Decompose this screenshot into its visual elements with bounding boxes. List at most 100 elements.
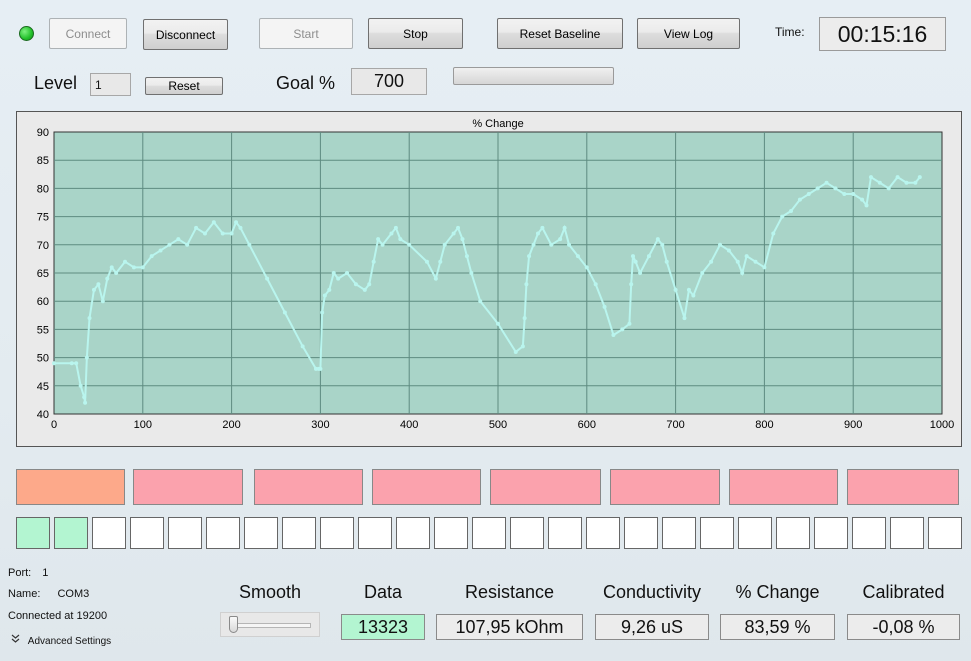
data-point: [229, 231, 234, 236]
chevron-double-down-icon: [11, 634, 21, 647]
y-tick-label: 55: [37, 324, 49, 336]
data-point: [433, 276, 438, 281]
data-point: [660, 242, 665, 247]
data-point: [718, 242, 722, 247]
data-point: [904, 180, 909, 185]
chart-title: % Change: [472, 118, 523, 130]
x-tick-label: 300: [311, 419, 329, 431]
stop-button[interactable]: Stop: [368, 18, 463, 49]
status-led: [19, 26, 34, 41]
phase-block: [490, 469, 601, 505]
data-point: [140, 265, 145, 270]
data-point: [247, 242, 252, 247]
data-point: [300, 344, 305, 349]
data-point: [469, 271, 474, 275]
port-label: Port:: [8, 567, 32, 579]
port-info: Port: 1: [8, 567, 48, 579]
data-point: [567, 242, 572, 247]
data-point: [535, 231, 540, 236]
connect-button[interactable]: Connect: [49, 18, 127, 49]
data-point: [211, 220, 216, 225]
percent-change-chart: % Change 0 100 200 300 400 500 600 700 800 900 1000…: [37, 118, 954, 431]
view-log-button[interactable]: View Log: [637, 18, 740, 49]
data-point: [686, 287, 691, 292]
level-cell: [624, 517, 658, 549]
data-point: [655, 237, 660, 242]
data-point: [114, 271, 119, 275]
data-point: [82, 395, 87, 400]
smooth-slider-thumb[interactable]: [229, 616, 238, 633]
resistance-readout: 107,95 kOhm: [436, 614, 583, 640]
data-point: [895, 175, 900, 180]
data-point: [202, 231, 207, 236]
data-point: [331, 271, 336, 275]
level-label: Level: [34, 73, 78, 93]
level-reset-button[interactable]: Reset: [145, 77, 223, 95]
phase-block: [372, 469, 481, 505]
phase-block: [254, 469, 363, 505]
reset-baseline-button[interactable]: Reset Baseline: [497, 18, 623, 49]
data-point: [451, 231, 456, 236]
data-point: [84, 355, 89, 360]
data-point: [664, 259, 669, 264]
data-point: [238, 225, 243, 230]
data-point: [540, 225, 545, 230]
data-point: [220, 231, 225, 236]
data-point: [478, 299, 483, 304]
resistance-label: Resistance: [464, 582, 555, 602]
level-cell: [244, 517, 278, 549]
data-point: [460, 237, 465, 242]
start-button[interactable]: Start: [259, 18, 353, 49]
level-input[interactable]: 1: [90, 73, 131, 96]
chart-panel: % Change 0 100 200 300 400 500 600 700 800 900 1000…: [16, 111, 962, 447]
data-point: [638, 271, 643, 275]
data-point: [380, 242, 385, 247]
level-cell: [510, 517, 544, 549]
advanced-settings-toggle[interactable]: Advanced Settings: [11, 634, 111, 647]
data-point: [700, 271, 705, 275]
time-value: 00:15:16: [837, 20, 928, 47]
data-point: [234, 220, 239, 225]
level-cell: [890, 517, 924, 549]
data-point: [833, 186, 838, 191]
data-point: [149, 254, 154, 259]
data-point: [371, 259, 376, 264]
data-point: [91, 287, 96, 292]
data-point: [345, 271, 350, 275]
level-cell: [54, 517, 88, 549]
data-point: [673, 287, 678, 292]
data-point: [620, 327, 625, 332]
data-point: [167, 242, 172, 247]
data-point: [123, 259, 128, 264]
data-point: [456, 225, 461, 230]
data-point: [815, 186, 820, 191]
conductivity-readout: 9,26 uS: [595, 614, 709, 640]
data-point: [913, 180, 918, 185]
data-point: [562, 225, 567, 230]
data-point: [105, 276, 110, 281]
goal-input[interactable]: 700: [351, 68, 427, 95]
data-point: [362, 287, 367, 292]
calibrated-label: Calibrated: [862, 582, 945, 602]
data-point: [824, 180, 829, 185]
goal-progress-bar: [453, 67, 614, 85]
data-point: [558, 237, 563, 242]
disconnect-button[interactable]: Disconnect: [143, 19, 228, 50]
time-display: 00:15:16: [819, 17, 946, 51]
y-tick-label: 65: [37, 268, 49, 280]
data-point: [917, 175, 922, 180]
data-point: [806, 192, 811, 197]
level-value: 1: [95, 77, 102, 92]
x-tick-label: 0: [51, 419, 57, 431]
data-point: [367, 282, 372, 287]
smooth-slider[interactable]: [220, 612, 320, 637]
data-point: [627, 321, 632, 326]
level-cell: [130, 517, 164, 549]
data-point: [584, 265, 589, 270]
port-value: 1: [42, 567, 49, 579]
data-point: [320, 310, 325, 315]
level-cell: [662, 517, 696, 549]
smooth-slider-track: [229, 623, 311, 628]
time-label: Time:: [775, 25, 805, 39]
data-point: [797, 197, 802, 202]
